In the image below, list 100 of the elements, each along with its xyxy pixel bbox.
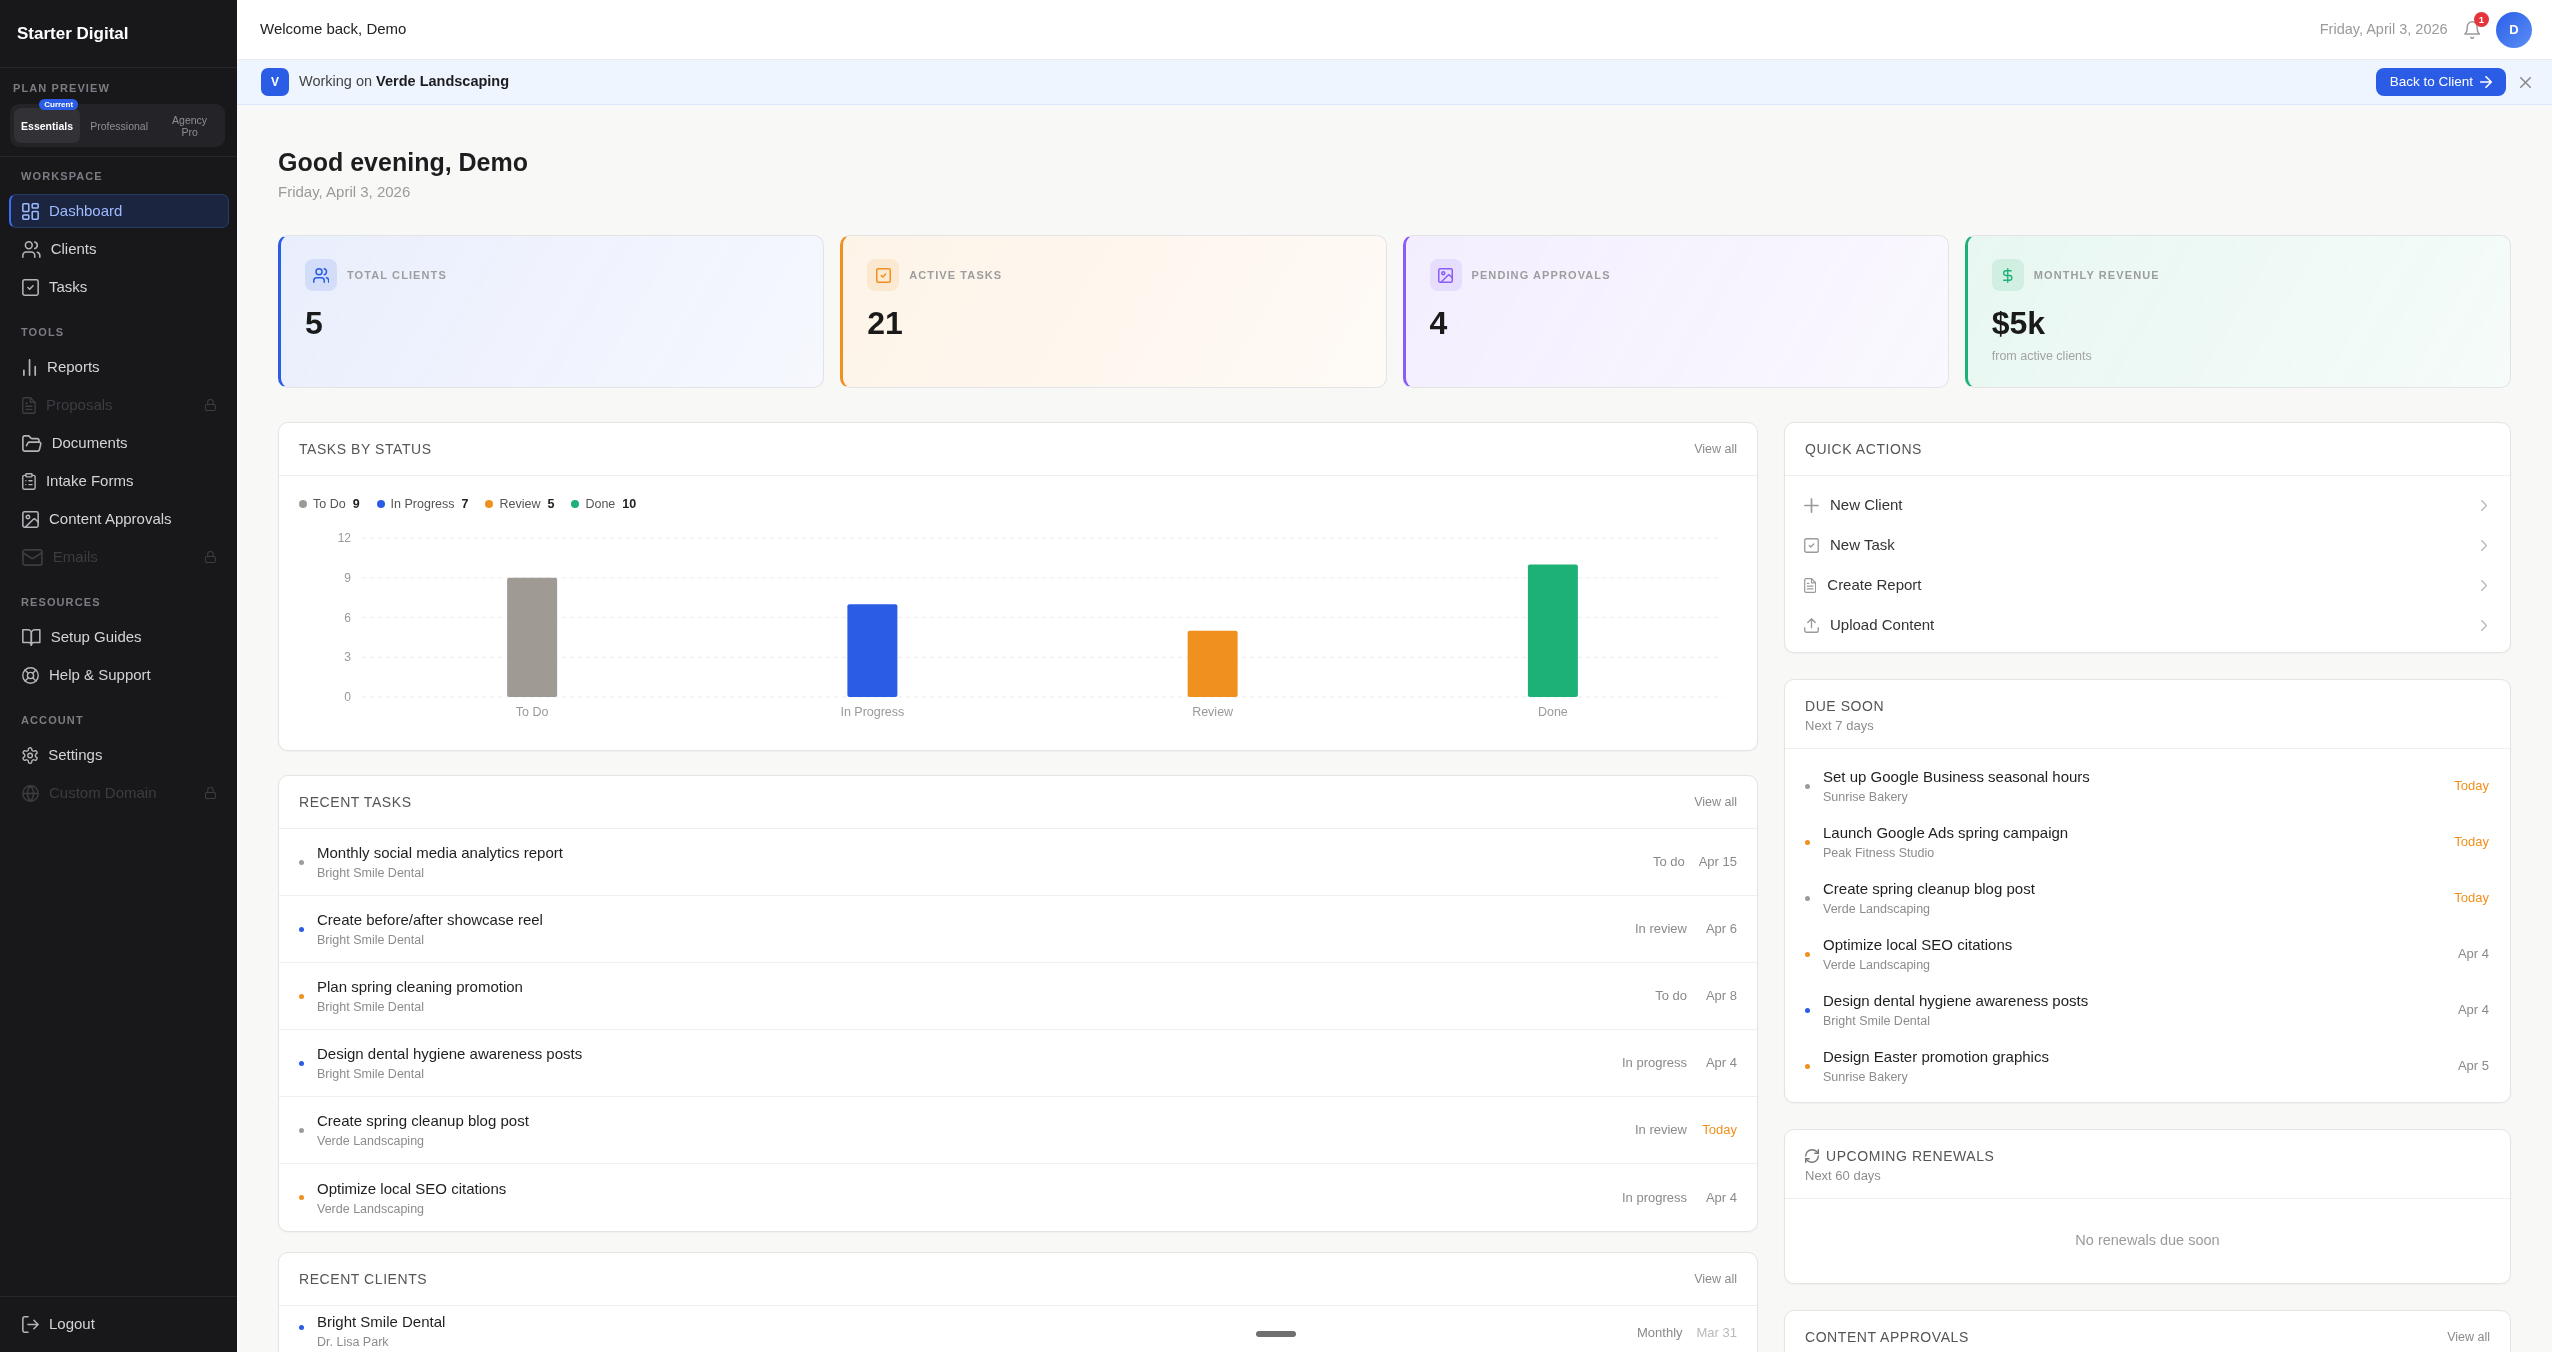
bar bbox=[1187, 630, 1238, 697]
legend-count: 10 bbox=[622, 495, 637, 513]
stat-value: 21 bbox=[867, 304, 903, 342]
plan-option-tab[interactable]: Agency Pro bbox=[158, 108, 221, 143]
view-all-link[interactable]: View all bbox=[1694, 792, 1737, 812]
quick-action-item[interactable]: Upload Content bbox=[1785, 605, 2510, 645]
task-title[interactable]: Design dental hygiene awareness posts bbox=[317, 1044, 583, 1064]
chevron-right-icon bbox=[2480, 619, 2487, 631]
bell-icon[interactable] bbox=[2463, 20, 2480, 39]
view-all-link[interactable]: View all bbox=[1694, 1269, 1737, 1289]
task-status: To do bbox=[1652, 853, 1685, 872]
client-name: Sunrise Bakery bbox=[1823, 1069, 1908, 1085]
quick-action-item[interactable]: New Client bbox=[1785, 485, 2510, 525]
due-date: Apr 8 bbox=[1704, 987, 1737, 1006]
nav-link[interactable]: Reports bbox=[9, 350, 229, 384]
folder-icon bbox=[22, 434, 42, 452]
legend-label: Done bbox=[585, 495, 616, 513]
axis-tick-label: 0 bbox=[344, 690, 351, 704]
due-date: Apr 6 bbox=[1704, 920, 1737, 939]
client-name: Verde Landscaping bbox=[317, 1133, 425, 1149]
nav-link[interactable]: Clients bbox=[9, 232, 229, 266]
client-title[interactable]: Bright Smile Dental bbox=[317, 1312, 446, 1332]
view-all-link[interactable]: View all bbox=[2447, 1327, 2490, 1347]
envelope-icon bbox=[22, 548, 43, 566]
nav-link[interactable]: Dashboard bbox=[9, 194, 229, 228]
plan-option-tab[interactable]: Essentials bbox=[14, 108, 81, 143]
stat-value: 5 bbox=[305, 304, 323, 342]
nav-link[interactable]: Tasks bbox=[9, 270, 229, 304]
task-title[interactable]: Design dental hygiene awareness posts bbox=[1823, 991, 2089, 1011]
card-title: CONTENT APPROVALS bbox=[1805, 1328, 1969, 1346]
upload-icon bbox=[1804, 617, 1819, 633]
client-name: Verde Landscaping bbox=[1823, 901, 1931, 917]
chevron-right-icon bbox=[2480, 579, 2487, 591]
nav-link[interactable]: Help & Support bbox=[9, 658, 229, 692]
task-title[interactable]: Optimize local SEO citations bbox=[317, 1178, 507, 1199]
category-label: Review bbox=[1192, 705, 1234, 719]
client-name: Peak Fitness Studio bbox=[1823, 845, 1935, 861]
task-title[interactable]: Monthly social media analytics report bbox=[317, 843, 563, 863]
document-icon bbox=[22, 396, 36, 414]
nav-link[interactable]: Setup Guides bbox=[9, 620, 229, 654]
task-title[interactable]: Create spring cleanup blog post bbox=[317, 1111, 529, 1131]
card-title: RECENT TASKS bbox=[299, 793, 412, 811]
billing-plan: Monthly bbox=[1637, 1324, 1683, 1342]
card-subtitle: Next 60 days bbox=[1805, 1167, 1881, 1184]
task-title[interactable]: Design Easter promotion graphics bbox=[1823, 1047, 2049, 1067]
due-date: Apr 4 bbox=[2456, 1001, 2489, 1020]
nav-link[interactable]: Documents bbox=[9, 426, 229, 460]
image-icon bbox=[22, 510, 39, 528]
logout-link[interactable]: Logout bbox=[9, 1307, 229, 1341]
legend-label: In Progress bbox=[390, 495, 455, 513]
section-label: WORKSPACE bbox=[21, 170, 103, 183]
page-title: Good evening, Demo bbox=[278, 147, 530, 177]
nav-link[interactable]: Content Approvals bbox=[9, 502, 229, 536]
user-avatar[interactable]: D bbox=[2496, 11, 2532, 48]
task-title[interactable]: Create before/after showcase reel bbox=[317, 910, 543, 930]
nav-link[interactable]: Intake Forms bbox=[9, 464, 229, 498]
client-name: Bright Smile Dental bbox=[317, 999, 424, 1015]
quick-action-item[interactable]: New Task bbox=[1785, 525, 2510, 565]
quick-action-item[interactable]: Create Report bbox=[1785, 565, 2510, 605]
due-date: Today bbox=[2453, 833, 2489, 852]
stat-label: TOTAL CLIENTS bbox=[347, 267, 447, 283]
client-name: Sunrise Bakery bbox=[1823, 789, 1908, 805]
client-name: Bright Smile Dental bbox=[1823, 1013, 1930, 1029]
settings-icon bbox=[22, 746, 39, 764]
client-date: Mar 31 bbox=[1696, 1324, 1737, 1342]
stat-value: 4 bbox=[1429, 304, 1448, 342]
section-label: ACCOUNT bbox=[21, 714, 84, 727]
stat-value: $5k bbox=[1991, 304, 2046, 342]
lock-icon bbox=[205, 787, 216, 799]
pill-marker-icon bbox=[1256, 1331, 1296, 1337]
card-title: DUE SOON bbox=[1805, 697, 1885, 715]
task-title[interactable]: Optimize local SEO citations bbox=[1823, 935, 2013, 955]
nav-link[interactable]: Settings bbox=[9, 738, 229, 772]
clipboard-icon bbox=[22, 472, 36, 490]
due-date: Today bbox=[2453, 889, 2489, 908]
stat-label: PENDING APPROVALS bbox=[1471, 267, 1611, 283]
client-name: Bright Smile Dental bbox=[317, 865, 424, 881]
task-status: To do bbox=[1655, 987, 1687, 1006]
legend-label: Review bbox=[499, 495, 541, 513]
axis-tick-label: 12 bbox=[337, 531, 351, 545]
book-icon bbox=[22, 628, 41, 646]
task-title[interactable]: Plan spring cleaning promotion bbox=[317, 977, 523, 997]
task-status: In progress bbox=[1621, 1054, 1687, 1073]
users-icon bbox=[22, 240, 41, 258]
card-title: QUICK ACTIONS bbox=[1805, 440, 1922, 458]
empty-message: No renewals due soon bbox=[2075, 1231, 2220, 1251]
task-title[interactable]: Launch Google Ads spring campaign bbox=[1823, 823, 2069, 843]
close-icon[interactable] bbox=[2520, 76, 2531, 88]
card-title: RECENT CLIENTS bbox=[299, 1270, 428, 1288]
client-avatar: V bbox=[261, 68, 289, 96]
view-all-link[interactable]: View all bbox=[1694, 439, 1737, 459]
task-title[interactable]: Create spring cleanup blog post bbox=[1823, 879, 2035, 899]
due-date: Today bbox=[1701, 1121, 1737, 1140]
category-label: Done bbox=[1537, 705, 1568, 719]
task-title[interactable]: Set up Google Business seasonal hours bbox=[1823, 767, 2090, 787]
stat-label: ACTIVE TASKS bbox=[909, 267, 1003, 283]
back-to-client-button[interactable]: Back to Client bbox=[2375, 68, 2506, 96]
contact-name: Dr. Lisa Park bbox=[317, 1334, 389, 1350]
plan-option-tab[interactable]: Professional bbox=[82, 108, 157, 143]
current-badge: Current bbox=[39, 99, 79, 110]
